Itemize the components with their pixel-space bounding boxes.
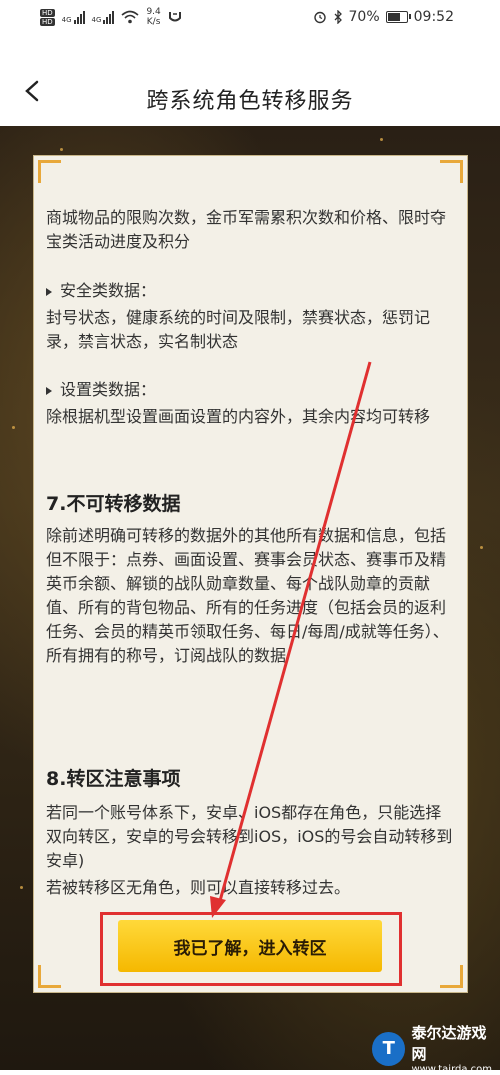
panel-corner [440,160,463,183]
section-8-note: 若被转移区无角色，则可以直接转移过去。 [46,878,351,897]
bluetooth-icon [334,10,342,24]
speed-unit: K/s [146,17,161,27]
watermark-logo-icon: T [372,1031,406,1066]
battery-percent: 70% [348,9,380,25]
watermark-text: 泰尔达游戏网 www.tairda.com [411,1022,500,1075]
section-7-title: 7.不可转移数据 [46,493,181,515]
settings-heading: 设置类数据： [46,378,156,402]
signal-2: 4G [92,10,115,24]
triangle-bullet-icon [46,386,52,395]
enter-transfer-button[interactable]: 我已了解，进入转区 [118,920,382,972]
section-8-text: 若同一个账号体系下，安卓、iOS都存在角色，只能选择双向转区，安卓的号会转移到i… [46,803,453,870]
net-speed: 9.4 K/s [146,7,160,27]
safety-text: 封号状态，健康系统的时间及限制，禁赛状态，惩罚记录，禁言状态，实名制状态 [46,308,431,351]
battery-icon [385,11,411,23]
speed-value: 9.4 [146,7,161,17]
spark-decoration [380,138,383,141]
settings-title: 设置类数据： [60,380,157,399]
spark-decoration [480,546,483,549]
panel-corner [38,160,61,183]
hd-badge: HD [40,8,55,17]
safety-heading: 安全类数据： [46,279,156,303]
signal-1: 4G [62,10,85,24]
app-notification-icon [168,12,181,22]
watermark: T 泰尔达游戏网 www.tairda.com [372,1022,500,1075]
status-left: HD HD 4G 4G 9.4 K/s [40,7,182,27]
spark-decoration [20,886,23,889]
alarm-icon [313,11,326,24]
hd-badge: HD [40,17,55,26]
signal-icon [103,10,115,24]
network-type: 4G [61,16,72,24]
watermark-name: 泰尔达游戏网 [411,1024,487,1063]
triangle-bullet-icon [46,287,52,296]
spark-decoration [12,426,15,429]
section-7-text: 除前述明确可转移的数据外的其他所有数据和信息，包括但不限于：点券、画面设置、赛事… [46,526,449,665]
wifi-icon [121,10,139,24]
limit-text: 商城物品的限购次数，金币军需累积次数和价格、限时夺宝类活动进度及积分 [46,208,447,251]
content-panel: 商城物品的限购次数，金币军需累积次数和价格、限时夺宝类活动进度及积分 安全类数据… [33,155,468,993]
status-bar: HD HD 4G 4G 9.4 K/s 70% 09:52 [0,0,500,36]
page-title: 跨系统角色转移服务 [146,89,354,114]
safety-title: 安全类数据： [60,281,157,300]
title-bar: 跨系统角色转移服务 [0,36,500,126]
spark-decoration [60,148,63,151]
battery-level [387,13,401,21]
settings-text: 除根据机型设置画面设置的内容外，其余内容均可转移 [46,407,431,426]
hd-badges: HD HD [40,8,55,26]
signal-icon [73,10,85,24]
network-type: 4G [91,16,102,24]
status-right: 70% 09:52 [313,9,454,25]
panel-corner [38,965,61,988]
panel-corner [440,965,463,988]
clock: 09:52 [413,9,454,25]
section-8-title: 8.转区注意事项 [46,768,181,790]
